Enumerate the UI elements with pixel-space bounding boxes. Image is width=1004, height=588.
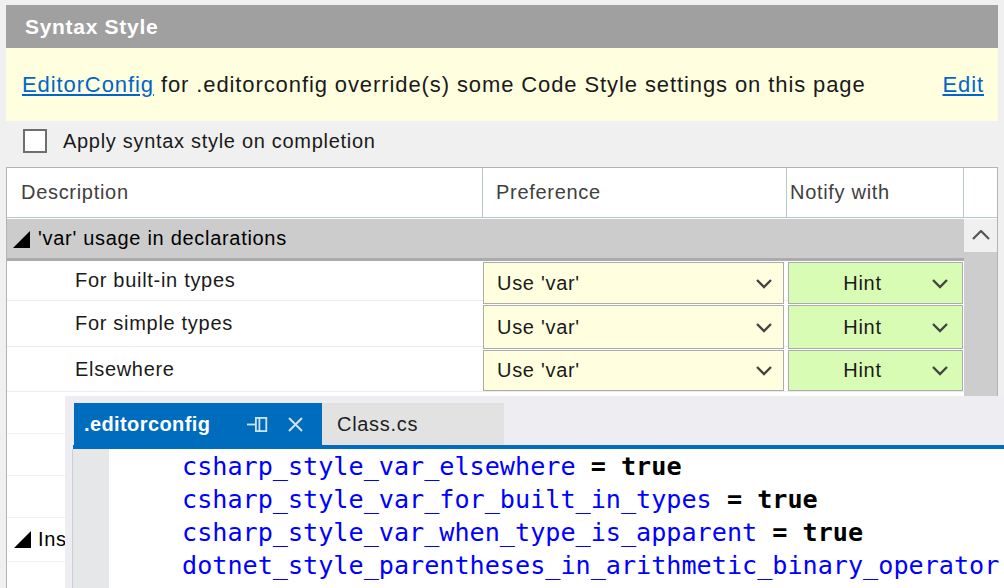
chevron-down-icon [756,279,772,289]
group-label: Ins [38,518,67,561]
tab-editorconfig-label: .editorconfig [84,403,210,445]
notify-dropdown[interactable]: Hint [788,305,963,349]
code-line: dotnet_style_parentheses_in_arithmetic_b… [182,551,999,580]
tab-editorconfig[interactable]: .editorconfig [74,403,322,445]
group-label: 'var' usage in declarations [38,219,287,258]
column-separator [482,168,483,218]
chevron-down-icon [932,323,948,333]
collapse-triangle-icon [14,531,31,548]
scrollbar-thumb[interactable] [964,252,997,396]
chevron-down-icon [756,366,772,376]
column-header-preference: Preference [496,168,601,217]
notify-value: Hint [789,263,936,303]
chevron-down-icon [932,279,948,289]
tab-class-cs-label: Class.cs [337,403,418,445]
preference-value: Use 'var' [497,263,580,303]
tab-class-cs[interactable]: Class.cs [322,403,504,445]
page-title: Syntax Style [6,5,998,48]
row-description: For built-in types [75,261,235,300]
row-description: For simple types [75,301,233,346]
syntax-style-page: Syntax Style EditorConfig for .editorcon… [0,0,1004,588]
preference-dropdown[interactable]: Use 'var' [483,350,784,391]
code-line: csharp_style_var_when_type_is_apparent =… [182,518,863,547]
column-separator [786,168,787,218]
code-text: csharp_style_var_elsewhere = true csharp… [182,450,999,582]
code-line: csharp_style_var_for_built_in_types = tr… [182,485,818,514]
edit-link[interactable]: Edit [942,72,984,98]
notify-value: Hint [789,351,936,390]
group-row-var-usage[interactable]: 'var' usage in declarations [7,219,998,261]
preference-value: Use 'var' [497,351,580,390]
pin-icon[interactable] [246,414,270,434]
preference-value: Use 'var' [497,306,580,348]
close-icon[interactable] [285,413,307,435]
editorconfig-link[interactable]: EditorConfig [22,72,154,98]
notice-message: for .editorconfig override(s) some Code … [154,72,866,98]
grid-header-row: Description Preference Notify with [7,168,998,218]
scrollbar-up-button[interactable] [964,219,997,251]
preference-dropdown[interactable]: Use 'var' [483,305,784,349]
editor-gutter [73,449,109,588]
chevron-down-icon [932,366,948,376]
column-header-description: Description [21,168,129,217]
notify-value: Hint [789,306,936,348]
notify-dropdown[interactable]: Hint [788,262,963,304]
collapse-triangle-icon [13,231,30,248]
editorconfig-notice: EditorConfig for .editorconfig override(… [6,48,998,121]
code-line: csharp_style_var_elsewhere = true [182,452,682,481]
preference-dropdown[interactable]: Use 'var' [483,262,784,304]
editor-preview-window: .editorconfig Class.cs csharp_style_var_… [65,396,1004,588]
notify-dropdown[interactable]: Hint [788,350,963,391]
chevron-down-icon [756,323,772,333]
editor-code-area[interactable]: csharp_style_var_elsewhere = true csharp… [72,449,1004,588]
apply-syntax-style-label: Apply syntax style on completion [63,129,376,153]
column-header-notify-with: Notify with [790,168,890,217]
apply-syntax-style-checkbox[interactable] [23,129,47,153]
row-description: Elsewhere [75,347,175,391]
column-separator [963,168,964,218]
chevron-up-icon [972,230,990,240]
